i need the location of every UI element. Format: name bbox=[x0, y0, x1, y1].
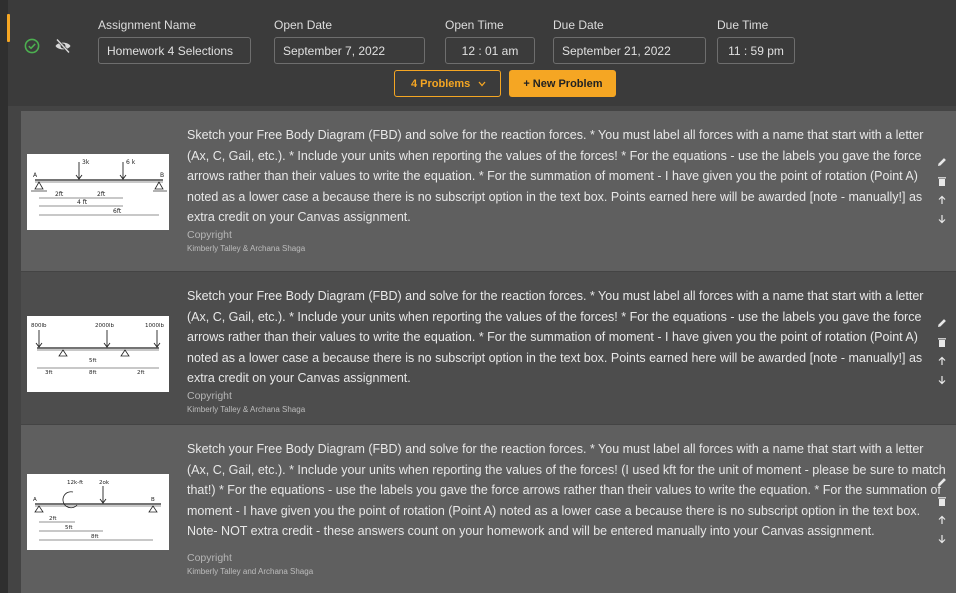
arrow-down-icon[interactable] bbox=[936, 212, 948, 225]
problem-text: Sketch your Free Body Diagram (FBD) and … bbox=[187, 442, 946, 538]
copyright-authors: Kimberly Talley and Archana Shaga bbox=[187, 567, 314, 576]
new-problem-label: + New Problem bbox=[523, 77, 603, 90]
problem-actions bbox=[936, 155, 948, 225]
chevron-down-icon bbox=[478, 78, 486, 90]
diagram-label: 4 ft bbox=[77, 199, 88, 206]
diagram-label: 2ft bbox=[137, 370, 145, 376]
diagram-label: 8ft bbox=[91, 534, 99, 540]
diagram-label: 3k bbox=[82, 159, 90, 166]
copyright-label: Copyright bbox=[187, 552, 232, 564]
diagram-label: 2ft bbox=[49, 516, 57, 522]
due-time-input[interactable]: 11 : 59 pm bbox=[717, 37, 795, 64]
problem-diagram-image: 3k 6 k A B 2ft 2ft 4 ft 6ft bbox=[27, 154, 169, 230]
problem-copyright: Copyright Kimberly Talley and Archana Sh… bbox=[187, 552, 313, 576]
problem-copyright: Copyright Kimberly Talley & Archana Shag… bbox=[187, 390, 305, 414]
diagram-label: 5ft bbox=[65, 525, 73, 531]
copyright-authors: Kimberly Talley & Archana Shaga bbox=[187, 244, 306, 253]
diagram-label: 2000lb bbox=[95, 323, 115, 329]
open-time-input[interactable]: 12 : 01 am bbox=[445, 37, 535, 64]
copyright-label: Copyright bbox=[187, 390, 232, 402]
diagram-label: 5ft bbox=[89, 358, 97, 364]
assignment-header: Assignment Name Homework 4 Selections Op… bbox=[8, 0, 956, 106]
due-date-field: Due Date September 21, 2022 bbox=[553, 18, 706, 64]
arrow-down-icon[interactable] bbox=[936, 373, 948, 386]
diagram-label: A bbox=[33, 172, 38, 179]
diagram-label: 2ft bbox=[55, 191, 64, 198]
problem-actions bbox=[936, 316, 948, 386]
diagram-label: 12k-ft bbox=[67, 480, 84, 486]
trash-icon[interactable] bbox=[936, 494, 948, 507]
problem-card: 12k-ft 2ok A B 2ft 5ft 8ft Sketch your F… bbox=[21, 425, 956, 593]
trash-icon[interactable] bbox=[936, 335, 948, 348]
status-icons bbox=[24, 38, 72, 59]
arrow-up-icon[interactable] bbox=[936, 513, 948, 526]
copyright-authors: Kimberly Talley & Archana Shaga bbox=[187, 405, 306, 414]
diagram-label: 6 k bbox=[126, 159, 136, 166]
diagram-label: B bbox=[151, 497, 155, 503]
diagram-label: B bbox=[160, 172, 164, 179]
problem-text: Sketch your Free Body Diagram (FBD) and … bbox=[187, 128, 924, 224]
open-time-field: Open Time 12 : 01 am bbox=[445, 18, 535, 64]
open-date-input[interactable]: September 7, 2022 bbox=[274, 37, 425, 64]
active-accent-bar bbox=[7, 14, 10, 42]
diagram-label: 3ft bbox=[45, 370, 53, 376]
diagram-label: 2ok bbox=[99, 480, 110, 486]
problem-buttons: 4 Problems + New Problem bbox=[394, 70, 617, 97]
problems-count-label: 4 Problems bbox=[411, 77, 471, 90]
arrow-up-icon[interactable] bbox=[936, 354, 948, 367]
open-date-field: Open Date September 7, 2022 bbox=[274, 18, 425, 64]
diagram-label: 8ft bbox=[89, 370, 97, 376]
open-date-label: Open Date bbox=[274, 18, 333, 32]
pencil-icon[interactable] bbox=[936, 475, 948, 488]
open-time-label: Open Time bbox=[445, 18, 504, 32]
problem-card: 3k 6 k A B 2ft 2ft 4 ft 6ft Sketch your … bbox=[21, 111, 956, 271]
due-date-input[interactable]: September 21, 2022 bbox=[553, 37, 706, 64]
assignment-name-input[interactable]: Homework 4 Selections bbox=[98, 37, 251, 64]
copyright-label: Copyright bbox=[187, 229, 232, 241]
due-time-label: Due Time bbox=[717, 18, 769, 32]
problem-diagram-image: 800lb 2000lb 1000lb 5ft 3ft 8ft 2ft bbox=[27, 316, 169, 392]
diagram-label: 800lb bbox=[31, 323, 47, 329]
problem-card: 800lb 2000lb 1000lb 5ft 3ft 8ft 2ft Sket… bbox=[21, 272, 956, 424]
problem-diagram-image: 12k-ft 2ok A B 2ft 5ft 8ft bbox=[27, 474, 169, 550]
due-date-label: Due Date bbox=[553, 18, 604, 32]
problem-actions bbox=[936, 475, 948, 545]
assignment-name-field: Assignment Name Homework 4 Selections bbox=[98, 18, 251, 64]
left-frame bbox=[0, 0, 8, 593]
assignment-name-label: Assignment Name bbox=[98, 18, 197, 32]
diagram-label: 2ft bbox=[97, 191, 106, 198]
problems-dropdown-button[interactable]: 4 Problems bbox=[394, 70, 502, 97]
arrow-up-icon[interactable] bbox=[936, 193, 948, 206]
diagram-label: 6ft bbox=[113, 208, 122, 215]
problem-copyright: Copyright Kimberly Talley & Archana Shag… bbox=[187, 229, 305, 253]
eye-off-icon[interactable] bbox=[54, 38, 72, 59]
due-time-field: Due Time 11 : 59 pm bbox=[717, 18, 795, 64]
pencil-icon[interactable] bbox=[936, 155, 948, 168]
arrow-down-icon[interactable] bbox=[936, 532, 948, 545]
trash-icon[interactable] bbox=[936, 174, 948, 187]
diagram-label: 1000lb bbox=[145, 323, 165, 329]
check-circle-icon[interactable] bbox=[24, 38, 40, 59]
pencil-icon[interactable] bbox=[936, 316, 948, 329]
new-problem-button[interactable]: + New Problem bbox=[509, 70, 617, 97]
diagram-label: A bbox=[33, 497, 37, 503]
problem-text: Sketch your Free Body Diagram (FBD) and … bbox=[187, 289, 924, 385]
